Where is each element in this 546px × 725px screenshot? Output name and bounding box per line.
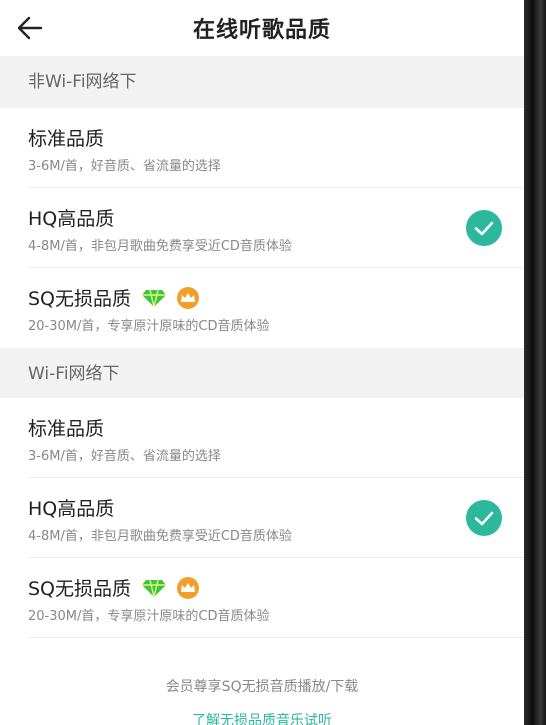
gem-icon xyxy=(141,578,167,598)
option-title: SQ无损品质 xyxy=(28,574,201,601)
option-title: SQ无损品质 xyxy=(28,284,201,311)
page-title: 在线听歌品质 xyxy=(192,18,331,43)
option-desc: 3-6M/首，好音质、省流量的选择 xyxy=(28,449,221,464)
section-header-wifi: Wi-Fi网络下 xyxy=(0,348,524,400)
vip-crown-icon xyxy=(175,286,201,309)
option-desc: 20-30M/首，专享原汁原味的CD音质体验 xyxy=(28,319,270,334)
option-non-wifi-hq[interactable]: HQ高品质 4-8M/首，非包月歌曲免费享受近CD音质体验 xyxy=(0,188,524,268)
vip-crown-icon xyxy=(175,576,201,599)
device-bezel xyxy=(524,0,546,725)
member-note: 会员尊享SQ无损音质播放/下载 xyxy=(165,679,359,695)
learn-more-link[interactable]: 了解无损品质音乐试听 xyxy=(0,710,524,725)
header: 在线听歌品质 xyxy=(0,0,524,56)
option-title: 标准品质 xyxy=(28,128,105,150)
divider xyxy=(28,637,524,638)
option-non-wifi-standard[interactable]: 标准品质 3-6M/首，好音质、省流量的选择 xyxy=(0,108,524,188)
selected-check-icon xyxy=(466,500,502,536)
selected-check-icon xyxy=(466,210,502,246)
gem-icon xyxy=(141,288,167,308)
option-desc: 4-8M/首，非包月歌曲免费享受近CD音质体验 xyxy=(28,239,292,254)
option-wifi-sq[interactable]: SQ无损品质 20-30M/首，专享原汁原味的CD音质体验 xyxy=(0,558,524,638)
option-desc: 20-30M/首，专享原汁原味的CD音质体验 xyxy=(28,609,270,624)
option-wifi-hq[interactable]: HQ高品质 4-8M/首，非包月歌曲免费享受近CD音质体验 xyxy=(0,478,524,558)
option-title: HQ高品质 xyxy=(28,208,115,230)
option-title: 标准品质 xyxy=(28,418,105,440)
option-wifi-standard[interactable]: 标准品质 3-6M/首，好音质、省流量的选择 xyxy=(0,398,524,478)
option-title: HQ高品质 xyxy=(28,498,115,520)
option-non-wifi-sq[interactable]: SQ无损品质 20-30M/首，专享原汁原味的CD音质体验 xyxy=(0,268,524,348)
option-desc: 3-6M/首，好音质、省流量的选择 xyxy=(28,159,221,174)
phone-screen: 在线听歌品质 非Wi-Fi网络下 标准品质 3-6M/首，好音质、省流量的选择 … xyxy=(0,0,524,725)
option-desc: 4-8M/首，非包月歌曲免费享受近CD音质体验 xyxy=(28,529,292,544)
section-header-non-wifi: 非Wi-Fi网络下 xyxy=(0,56,524,108)
